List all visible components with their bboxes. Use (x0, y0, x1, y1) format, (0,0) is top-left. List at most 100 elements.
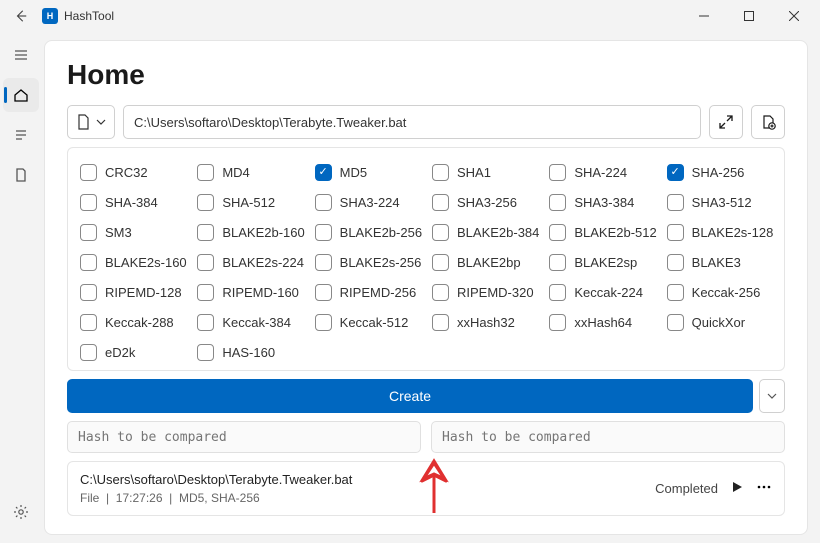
close-button[interactable] (771, 0, 816, 32)
compare-hash-left[interactable] (67, 421, 421, 453)
checkbox[interactable]: ✓ (80, 254, 97, 271)
open-file-button[interactable] (751, 105, 785, 139)
checkbox[interactable]: ✓ (80, 224, 97, 241)
algo-blake2b256[interactable]: ✓BLAKE2b-256 (311, 218, 424, 246)
checkbox[interactable]: ✓ (432, 224, 449, 241)
algo-xxhash64[interactable]: ✓xxHash64 (545, 308, 658, 336)
algo-has160[interactable]: ✓HAS-160 (193, 338, 306, 366)
checkbox[interactable]: ✓ (667, 194, 684, 211)
algo-sha384[interactable]: ✓SHA-384 (76, 188, 189, 216)
file-type-dropdown[interactable] (67, 105, 115, 139)
algo-md4[interactable]: ✓MD4 (193, 158, 306, 186)
algo-blake3[interactable]: ✓BLAKE3 (663, 248, 776, 276)
algo-sha3384[interactable]: ✓SHA3-384 (545, 188, 658, 216)
file-path-input[interactable] (134, 115, 690, 130)
algo-ripemd128[interactable]: ✓RIPEMD-128 (76, 278, 189, 306)
checkbox[interactable]: ✓ (432, 194, 449, 211)
compare-hash-right[interactable] (431, 421, 785, 453)
minimize-button[interactable] (681, 0, 726, 32)
algo-xxhash32[interactable]: ✓xxHash32 (428, 308, 541, 336)
checkbox[interactable]: ✓ (432, 284, 449, 301)
algo-blake2s128[interactable]: ✓BLAKE2s-128 (663, 218, 776, 246)
create-button[interactable]: Create (67, 379, 753, 413)
checkbox[interactable]: ✓ (549, 254, 566, 271)
checkbox[interactable]: ✓ (197, 284, 214, 301)
algo-keccak384[interactable]: ✓ Keccak-384 (193, 308, 306, 336)
algo-label: Keccak-384 (222, 315, 291, 330)
nav-list[interactable] (3, 118, 39, 152)
result-item[interactable]: C:\Users\softaro\Desktop\Terabyte.Tweake… (67, 461, 785, 516)
back-button[interactable] (10, 5, 32, 27)
checkbox[interactable]: ✓ (197, 224, 214, 241)
checkbox[interactable]: ✓ (549, 224, 566, 241)
algo-blake2bp[interactable]: ✓BLAKE2bp (428, 248, 541, 276)
algo-crc32[interactable]: ✓CRC32 (76, 158, 189, 186)
algo-sm3[interactable]: ✓SM3 (76, 218, 189, 246)
algo-ripemd160[interactable]: ✓RIPEMD-160 (193, 278, 306, 306)
maximize-button[interactable] (726, 0, 771, 32)
checkbox[interactable]: ✓ (315, 254, 332, 271)
checkbox[interactable]: ✓ (432, 254, 449, 271)
algo-sha512[interactable]: ✓SHA-512 (193, 188, 306, 216)
checkbox[interactable]: ✓ (197, 254, 214, 271)
checkbox[interactable]: ✓ (549, 164, 566, 181)
checkbox[interactable]: ✓ (315, 164, 332, 181)
algo-quickxor[interactable]: ✓ QuickXor (663, 308, 776, 336)
checkbox[interactable]: ✓ (80, 344, 97, 361)
create-dropdown[interactable] (759, 379, 785, 413)
algo-ed2k[interactable]: ✓eD2k (76, 338, 189, 366)
more-icon[interactable] (756, 480, 772, 497)
checkbox[interactable]: ✓ (667, 254, 684, 271)
checkbox[interactable]: ✓ (80, 164, 97, 181)
expand-button[interactable] (709, 105, 743, 139)
nav-document[interactable] (3, 158, 39, 192)
checkbox[interactable]: ✓ (315, 194, 332, 211)
algo-keccak224[interactable]: ✓Keccak-224 (545, 278, 658, 306)
algo-keccak256[interactable]: ✓Keccak-256 (663, 278, 776, 306)
checkbox[interactable]: ✓ (197, 314, 214, 331)
nav-settings[interactable] (3, 495, 39, 529)
algo-blake2b384[interactable]: ✓BLAKE2b-384 (428, 218, 541, 246)
algo-sha3224[interactable]: ✓SHA3-224 (311, 188, 424, 216)
checkbox[interactable]: ✓ (667, 164, 684, 181)
checkbox[interactable]: ✓ (549, 314, 566, 331)
checkbox[interactable]: ✓ (315, 224, 332, 241)
checkbox[interactable]: ✓ (667, 224, 684, 241)
checkbox[interactable]: ✓ (432, 314, 449, 331)
algo-keccak512[interactable]: ✓Keccak-512 (311, 308, 424, 336)
play-icon[interactable] (730, 480, 744, 497)
checkbox[interactable]: ✓ (549, 284, 566, 301)
checkbox[interactable]: ✓ (80, 194, 97, 211)
nav-home[interactable] (3, 78, 39, 112)
checkbox[interactable]: ✓ (549, 194, 566, 211)
algo-label: QuickXor (692, 315, 745, 330)
checkbox[interactable]: ✓ (197, 344, 214, 361)
algo-sha3256[interactable]: ✓SHA3-256 (428, 188, 541, 216)
algo-blake2b160[interactable]: ✓BLAKE2b-160 (193, 218, 306, 246)
algo-md5[interactable]: ✓MD5 (311, 158, 424, 186)
checkbox[interactable]: ✓ (315, 314, 332, 331)
file-path-field[interactable] (123, 105, 701, 139)
checkbox[interactable]: ✓ (80, 284, 97, 301)
checkbox[interactable]: ✓ (667, 284, 684, 301)
algo-keccak288[interactable]: ✓Keccak-288 (76, 308, 189, 336)
algo-sha256[interactable]: ✓SHA-256 (663, 158, 776, 186)
checkbox[interactable]: ✓ (315, 284, 332, 301)
algo-blake2s256[interactable]: ✓BLAKE2s-256 (311, 248, 424, 276)
checkbox[interactable]: ✓ (667, 314, 684, 331)
algo-sha1[interactable]: ✓SHA1 (428, 158, 541, 186)
algo-sha224[interactable]: ✓SHA-224 (545, 158, 658, 186)
algo-sha3512[interactable]: ✓ SHA3-512 (663, 188, 776, 216)
algo-blake2b512[interactable]: ✓BLAKE2b-512 (545, 218, 658, 246)
algo-blake2s160[interactable]: ✓BLAKE2s-160 (76, 248, 189, 276)
checkbox[interactable]: ✓ (432, 164, 449, 181)
checkbox[interactable]: ✓ (197, 164, 214, 181)
checkbox[interactable]: ✓ (197, 194, 214, 211)
algo-ripemd256[interactable]: ✓RIPEMD-256 (311, 278, 424, 306)
checkbox[interactable]: ✓ (80, 314, 97, 331)
algo-ripemd320[interactable]: ✓RIPEMD-320 (428, 278, 541, 306)
algo-blake2sp[interactable]: ✓BLAKE2sp (545, 248, 658, 276)
algo-label: SHA3-512 (692, 195, 752, 210)
algo-blake2s224[interactable]: ✓BLAKE2s-224 (193, 248, 306, 276)
nav-menu-button[interactable] (3, 38, 39, 72)
